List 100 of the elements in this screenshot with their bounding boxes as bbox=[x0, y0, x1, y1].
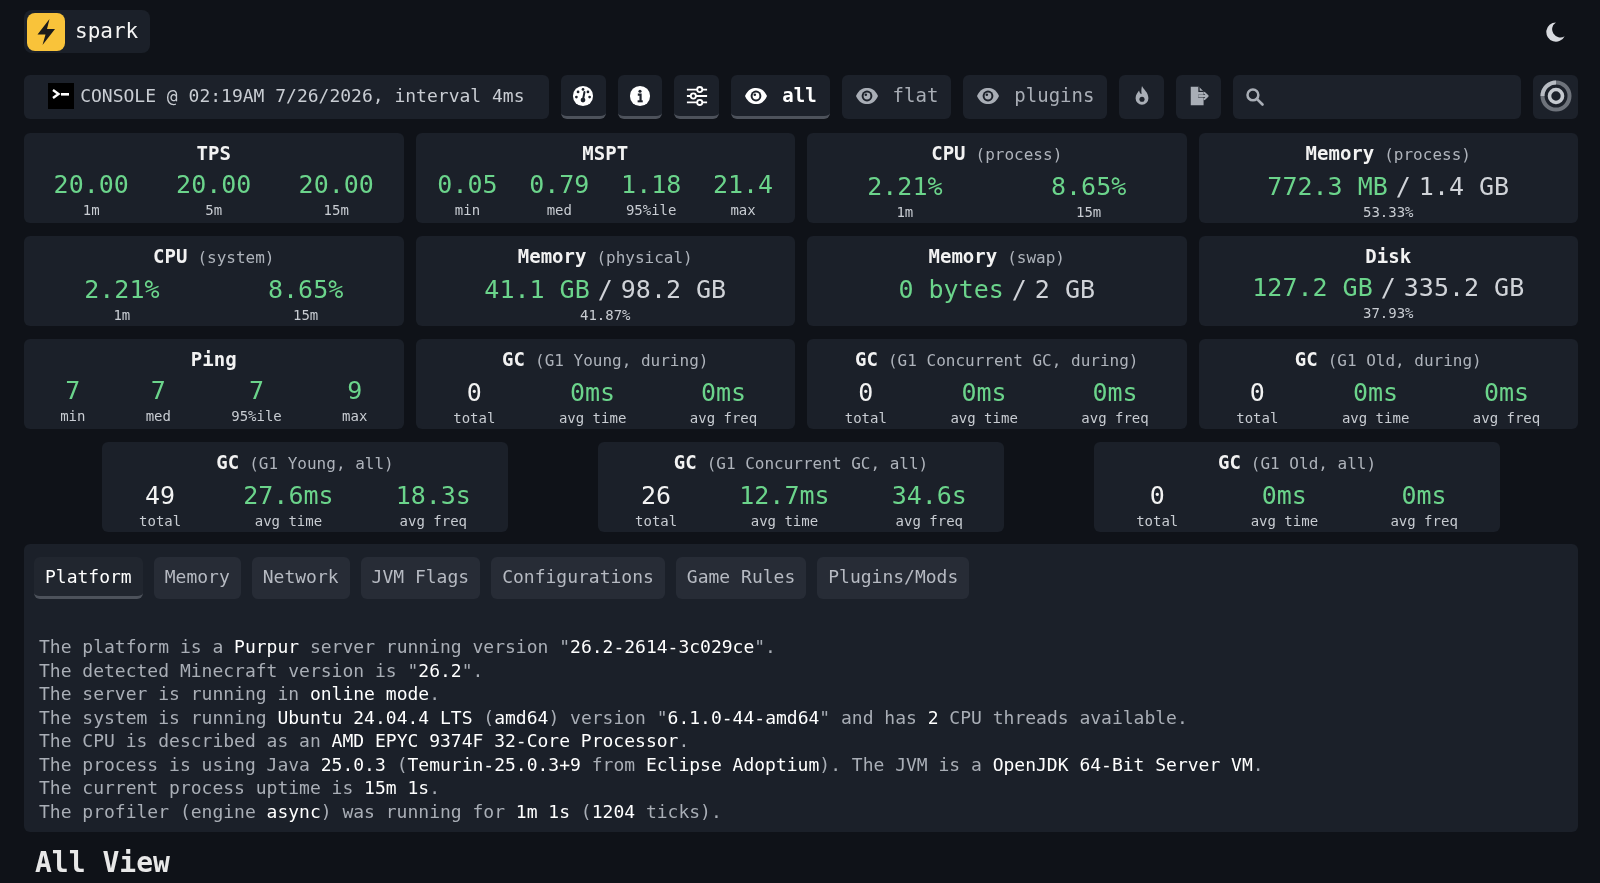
stat-label: med bbox=[546, 201, 572, 220]
stat-title: TPS bbox=[196, 141, 231, 166]
sliders-icon bbox=[685, 84, 708, 107]
stat-qualifier: (G1 Young, during) bbox=[535, 350, 709, 372]
platform-info-line: The system is running Ubuntu 24.04.4 LTS (amd64) version "6.1.0-44-amd64" and has 2 CPU threads available. bbox=[39, 705, 1189, 729]
stat-title: GC bbox=[1294, 347, 1318, 372]
stat-label: 95%ile bbox=[231, 407, 282, 426]
stat-value: 0 bbox=[1149, 481, 1165, 511]
stat-title: Ping bbox=[190, 347, 237, 372]
stat-label: min bbox=[454, 201, 481, 220]
stat-title: Memory bbox=[1305, 141, 1375, 166]
stat-label: total bbox=[635, 512, 678, 531]
settings-button[interactable] bbox=[674, 75, 720, 119]
stat-value: 34.6s bbox=[891, 481, 967, 511]
stat-qualifier: (G1 Concurrent GC, all) bbox=[706, 453, 929, 475]
stat-qualifier: (process) bbox=[975, 144, 1063, 166]
stat-label: avg time bbox=[558, 409, 627, 428]
moon-icon[interactable] bbox=[1544, 20, 1566, 43]
stat-value: 18.3s bbox=[395, 481, 471, 511]
info-toggle-button[interactable] bbox=[617, 75, 663, 119]
platform-info-line: The CPU is described as an AMD EPYC 9374F 32-Core Processor. bbox=[39, 729, 691, 753]
stat-value: 0 bbox=[858, 378, 874, 408]
export-button[interactable] bbox=[1176, 75, 1222, 119]
stat-value: 20.00 bbox=[176, 170, 252, 200]
section-heading: All View bbox=[34, 846, 171, 880]
platform-info-line: The detected Minecraft version is "26.2". bbox=[39, 658, 485, 682]
stat-label: 15m bbox=[1075, 203, 1102, 222]
stat-value: 0ms bbox=[1483, 378, 1530, 408]
stat-qualifier: (G1 Concurrent GC, during) bbox=[887, 350, 1139, 372]
stat-label: avg time bbox=[950, 409, 1018, 428]
stat-qualifier: (G1 Old, during) bbox=[1327, 350, 1482, 372]
stat-title: MSPT bbox=[582, 141, 629, 166]
metadata-button[interactable]: CONSOLE @ 02:19AM 7/26/2026, interval 4ms bbox=[24, 75, 549, 119]
stat-value: 20.00 bbox=[298, 170, 374, 200]
stat-label: med bbox=[145, 407, 171, 426]
stat-value: 20.00 bbox=[53, 170, 129, 200]
flame-button[interactable] bbox=[1119, 75, 1165, 119]
total-value: 2 GB bbox=[1034, 275, 1096, 305]
platform-info-line: The profiler (engine async) was running for 1m 1s (1204 ticks). bbox=[39, 799, 723, 823]
stat-value: 0ms bbox=[700, 378, 747, 408]
used-value: 772.3 MB bbox=[1267, 172, 1388, 202]
stat-label: avg freq bbox=[1390, 512, 1458, 531]
widgets-toggle-button[interactable] bbox=[560, 75, 606, 119]
stat-qualifier: (G1 Young, all) bbox=[249, 453, 394, 475]
stat-label: avg time bbox=[1341, 409, 1410, 428]
lightning-icon bbox=[27, 12, 65, 51]
info-tab[interactable]: Game Rules bbox=[675, 557, 807, 599]
stat-label: avg freq bbox=[1081, 409, 1149, 428]
info-tab[interactable]: Configurations bbox=[491, 557, 665, 599]
usage-percent: 53.33% bbox=[1362, 203, 1414, 222]
stat-title: GC bbox=[1217, 450, 1241, 475]
usage-percent: 37.93% bbox=[1362, 304, 1414, 323]
stat-value: 0ms bbox=[1353, 378, 1399, 408]
platform-info-line: The current process uptime is 15m 1s. bbox=[39, 776, 441, 800]
stat-value: 0.05 bbox=[437, 170, 498, 200]
terminal-icon bbox=[48, 82, 75, 109]
search-field[interactable] bbox=[1233, 75, 1522, 119]
stat-value: 0 bbox=[1249, 378, 1265, 408]
used-value: 0 bytes bbox=[898, 275, 1004, 305]
stat-label: 15m bbox=[323, 201, 349, 220]
stat-label: total bbox=[1236, 409, 1279, 428]
stat-value: 0ms bbox=[1401, 481, 1447, 511]
stat-label: min bbox=[60, 407, 86, 426]
stat-label: total bbox=[844, 409, 887, 428]
stat-label: 95%ile bbox=[625, 201, 677, 220]
view-mode-button[interactable]: all bbox=[731, 75, 830, 119]
info-tab[interactable]: Network bbox=[251, 557, 350, 599]
stat-label: total bbox=[453, 409, 496, 428]
gauge-icon bbox=[572, 84, 595, 107]
stat-value: 8.65% bbox=[1051, 172, 1127, 202]
view-mode-button[interactable]: flat bbox=[841, 75, 952, 119]
stat-value: 1.18 bbox=[621, 170, 682, 200]
stat-value: 8.65% bbox=[268, 275, 344, 305]
stat-label: avg freq bbox=[895, 512, 963, 531]
stat-label: max bbox=[730, 201, 756, 220]
stat-label: avg freq bbox=[1472, 409, 1541, 428]
stat-label: avg time bbox=[1250, 512, 1319, 531]
stat-value: 0.79 bbox=[529, 170, 590, 200]
stat-qualifier: (process) bbox=[1384, 144, 1471, 166]
stat-label: 15m bbox=[292, 306, 319, 325]
stat-value: 0 bbox=[466, 378, 482, 408]
stat-value: 49 bbox=[145, 481, 176, 511]
view-mode-button[interactable]: plugins bbox=[963, 75, 1108, 119]
stat-label: 5m bbox=[205, 201, 223, 220]
brand-link[interactable]: spark bbox=[24, 10, 151, 53]
stat-label: total bbox=[1136, 512, 1179, 531]
info-tab[interactable]: JVM Flags bbox=[360, 557, 481, 599]
stat-label: 1m bbox=[113, 306, 131, 325]
info-tab[interactable]: Memory bbox=[153, 557, 241, 599]
stat-value: 7 bbox=[150, 376, 166, 406]
stat-value: 7 bbox=[65, 376, 81, 406]
info-tab[interactable]: Platform bbox=[34, 557, 143, 599]
ring-button[interactable] bbox=[1533, 75, 1578, 119]
stat-value: 0ms bbox=[1261, 481, 1307, 511]
stat-value: 9 bbox=[347, 376, 363, 406]
stat-title: CPU bbox=[153, 244, 188, 269]
stat-value: 2.21% bbox=[84, 275, 160, 305]
info-tab[interactable]: Plugins/Mods bbox=[817, 557, 970, 599]
stat-value: 7 bbox=[248, 376, 265, 406]
value-separator: / bbox=[597, 275, 613, 305]
